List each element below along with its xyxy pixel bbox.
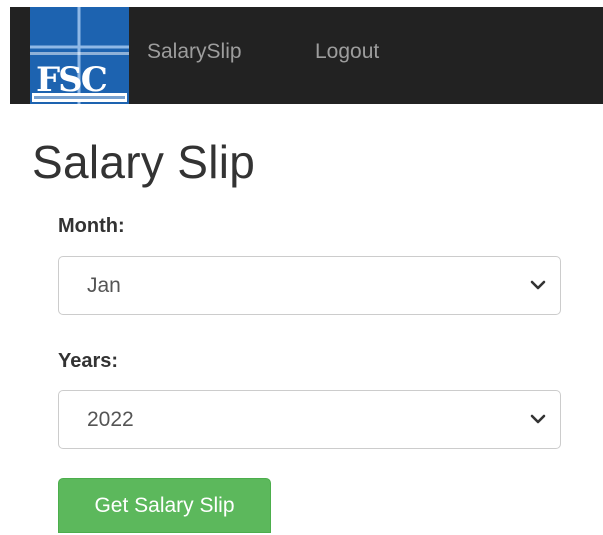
nav-link-salaryslip[interactable]: SalarySlip	[147, 39, 242, 65]
years-select[interactable]: 2022	[58, 390, 561, 449]
years-label: Years:	[58, 350, 119, 372]
chevron-down-icon	[530, 414, 546, 424]
month-label: Month:	[58, 215, 125, 237]
navbar: FSC SalarySlip Logout	[10, 7, 603, 104]
get-salary-slip-button[interactable]: Get Salary Slip	[58, 478, 271, 533]
page-title: Salary Slip	[32, 136, 256, 188]
brand-logo[interactable]: FSC	[30, 7, 129, 104]
chevron-down-icon	[530, 280, 546, 290]
years-select-value: 2022	[87, 408, 134, 431]
month-select[interactable]: Jan	[58, 256, 561, 315]
nav-link-logout[interactable]: Logout	[315, 39, 379, 65]
fsc-logo-icon: FSC	[30, 7, 129, 104]
month-select-value: Jan	[87, 274, 121, 297]
